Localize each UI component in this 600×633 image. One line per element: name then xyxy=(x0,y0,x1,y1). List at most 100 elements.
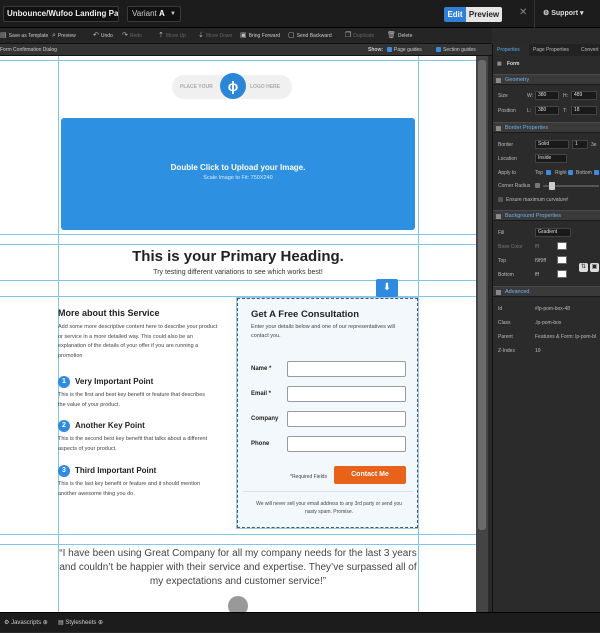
slider-knob[interactable] xyxy=(549,182,555,190)
edit-button[interactable]: Edit xyxy=(444,7,466,22)
preview-toggle-button[interactable]: Preview xyxy=(466,7,502,22)
selected-element-name: Form xyxy=(507,61,520,67)
swap-icon[interactable]: ⇅ xyxy=(579,263,588,272)
testimonial-quote[interactable]: “I have been using Great Company for all… xyxy=(56,547,420,589)
service-text[interactable]: Add some more descriptive content here t… xyxy=(58,323,218,361)
base-color-value[interactable]: fff xyxy=(535,244,539,250)
javascripts-button[interactable]: ⚙ Javascripts ⊕ xyxy=(4,613,48,633)
height-input[interactable]: 489 xyxy=(571,91,597,100)
bottom-color-label: Bottom xyxy=(498,272,514,278)
base-color-swatch[interactable] xyxy=(557,242,567,250)
email-input[interactable] xyxy=(287,386,406,402)
border-section-header[interactable]: Border Properties xyxy=(493,122,600,133)
contact-me-button[interactable]: Contact Me xyxy=(334,466,406,484)
variant-select[interactable]: Variant A ▼ xyxy=(127,6,181,22)
location-label: Location xyxy=(498,156,517,162)
primary-subheading[interactable]: Try testing different variations to see … xyxy=(0,269,476,276)
consultation-form-box[interactable]: Get A Free Consultation Enter your detai… xyxy=(236,297,419,529)
left-input[interactable]: 380 xyxy=(535,106,559,115)
preview-label: Preview xyxy=(57,33,76,39)
phone-label: Phone xyxy=(251,441,270,447)
hero-image-placeholder[interactable]: Double Click to Upload your Image. Scale… xyxy=(61,118,415,230)
border-icon xyxy=(496,126,501,131)
close-icon[interactable]: ✕ xyxy=(519,7,527,18)
section-guide xyxy=(0,244,476,245)
border-width-select[interactable]: 1 xyxy=(572,140,588,149)
logo-placeholder[interactable]: PLACE YOUR ϕ LOGO HERE xyxy=(172,73,292,99)
border-color-value[interactable]: 3e xyxy=(591,142,597,148)
support-menu[interactable]: ⚙ Support ▾ xyxy=(534,0,600,28)
privacy-note: We will never sell your email address to… xyxy=(256,501,402,515)
editor-canvas[interactable]: PLACE YOUR ϕ LOGO HERE Double Click to U… xyxy=(0,56,488,612)
border-style-select[interactable]: Solid xyxy=(535,140,569,149)
lock-icon[interactable]: ▣ xyxy=(590,263,599,272)
key-point-title: Very Important Point xyxy=(75,377,154,386)
top-input[interactable]: 18 xyxy=(571,106,597,115)
redo-icon: ↷ xyxy=(122,32,128,39)
redo-button[interactable]: ↷ Redo xyxy=(122,28,142,44)
preview-button[interactable]: ⌕ Preview xyxy=(52,28,76,44)
form-confirmation-dialog-link[interactable]: Form Confirmation Dialog xyxy=(0,44,57,56)
form-subtitle: Enter your details below and one of our … xyxy=(251,324,395,339)
send-backward-button[interactable]: ▢ Send Backward xyxy=(288,28,332,44)
add-icon: ⊕ xyxy=(42,620,48,626)
duplicate-label: Duplicate xyxy=(353,33,375,39)
top-color-value[interactable]: f9f9ff xyxy=(535,258,546,264)
gear-icon: ⚙ xyxy=(543,10,550,17)
section-guides-checkbox[interactable]: Section guides xyxy=(436,44,476,56)
section-guides-label: Section guides xyxy=(443,47,476,53)
phone-input[interactable] xyxy=(287,436,406,452)
move-down-button[interactable]: ⇣ Move Down xyxy=(198,28,232,44)
bottom-color-swatch[interactable] xyxy=(557,270,567,278)
service-heading[interactable]: More about this Service xyxy=(58,308,160,318)
geometry-icon xyxy=(496,78,501,83)
bottom-color-value[interactable]: fff xyxy=(535,272,539,278)
h-label: H: xyxy=(563,93,568,99)
advanced-section-header[interactable]: Advanced xyxy=(493,286,600,297)
company-input[interactable] xyxy=(287,411,406,427)
key-point-title: Third Important Point xyxy=(75,466,157,475)
stylesheets-label: Stylesheets xyxy=(65,620,97,626)
primary-heading[interactable]: This is your Primary Heading. xyxy=(0,248,476,265)
tab-properties[interactable]: Properties xyxy=(493,44,529,56)
delete-button[interactable]: 🗑 Delete xyxy=(387,28,412,44)
page-name-field[interactable]: Unbounce/Wufoo Landing Page xyxy=(3,6,119,22)
save-template-button[interactable]: ▤ Save as Template xyxy=(0,28,48,44)
tab-page-properties[interactable]: Page Properties xyxy=(533,44,569,56)
geometry-section-header[interactable]: Geometry xyxy=(493,74,600,85)
scrollbar-thumb[interactable] xyxy=(478,60,486,530)
corner-radius-label: Corner Radius xyxy=(498,183,531,189)
move-up-button[interactable]: ⇡ Move Up xyxy=(158,28,186,44)
l-label: L: xyxy=(527,108,532,114)
sub-bar: Form Confirmation Dialog Show: Page guid… xyxy=(0,44,492,56)
apply-bottom-checkbox[interactable] xyxy=(594,170,599,175)
move-down-icon: ⇣ xyxy=(198,32,204,39)
position-label: Position xyxy=(498,108,516,114)
bring-forward-label: Bring Forward xyxy=(248,33,281,39)
ensure-curvature-checkbox[interactable] xyxy=(498,197,503,202)
undo-button[interactable]: ↶ Undo xyxy=(93,28,113,44)
tab-convert[interactable]: Convert xyxy=(581,44,599,56)
apply-right-checkbox[interactable] xyxy=(568,170,573,175)
stylesheets-button[interactable]: ▤ Stylesheets ⊕ xyxy=(58,613,103,633)
location-select[interactable]: Inside xyxy=(535,154,567,163)
bring-forward-button[interactable]: ▣ Bring Forward xyxy=(240,28,280,44)
landing-page[interactable]: PLACE YOUR ϕ LOGO HERE Double Click to U… xyxy=(0,56,476,612)
search-icon: ⌕ xyxy=(52,32,56,39)
duplicate-button[interactable]: ❐ Duplicate xyxy=(345,28,374,44)
page-guides-checkbox[interactable]: Page guides xyxy=(387,44,422,56)
trash-icon: 🗑 xyxy=(387,32,396,39)
name-input[interactable] xyxy=(287,361,406,377)
apply-top-label: Top xyxy=(535,170,544,176)
checkbox-checked-icon xyxy=(387,47,392,52)
apply-top-checkbox[interactable] xyxy=(546,170,551,175)
top-color-swatch[interactable] xyxy=(557,256,567,264)
background-section-header[interactable]: Background Properties xyxy=(493,210,600,221)
section-guide xyxy=(0,280,476,281)
javascripts-label: Javascripts xyxy=(11,620,42,626)
fill-select[interactable]: Gradient xyxy=(535,228,571,237)
width-input[interactable]: 380 xyxy=(535,91,559,100)
hero-subtitle: Scale Image to Fit: 750X240 xyxy=(203,175,273,181)
corner-radius-toggle[interactable] xyxy=(535,183,540,188)
bottom-bar: ⚙ Javascripts ⊕ ▤ Stylesheets ⊕ xyxy=(0,612,600,632)
